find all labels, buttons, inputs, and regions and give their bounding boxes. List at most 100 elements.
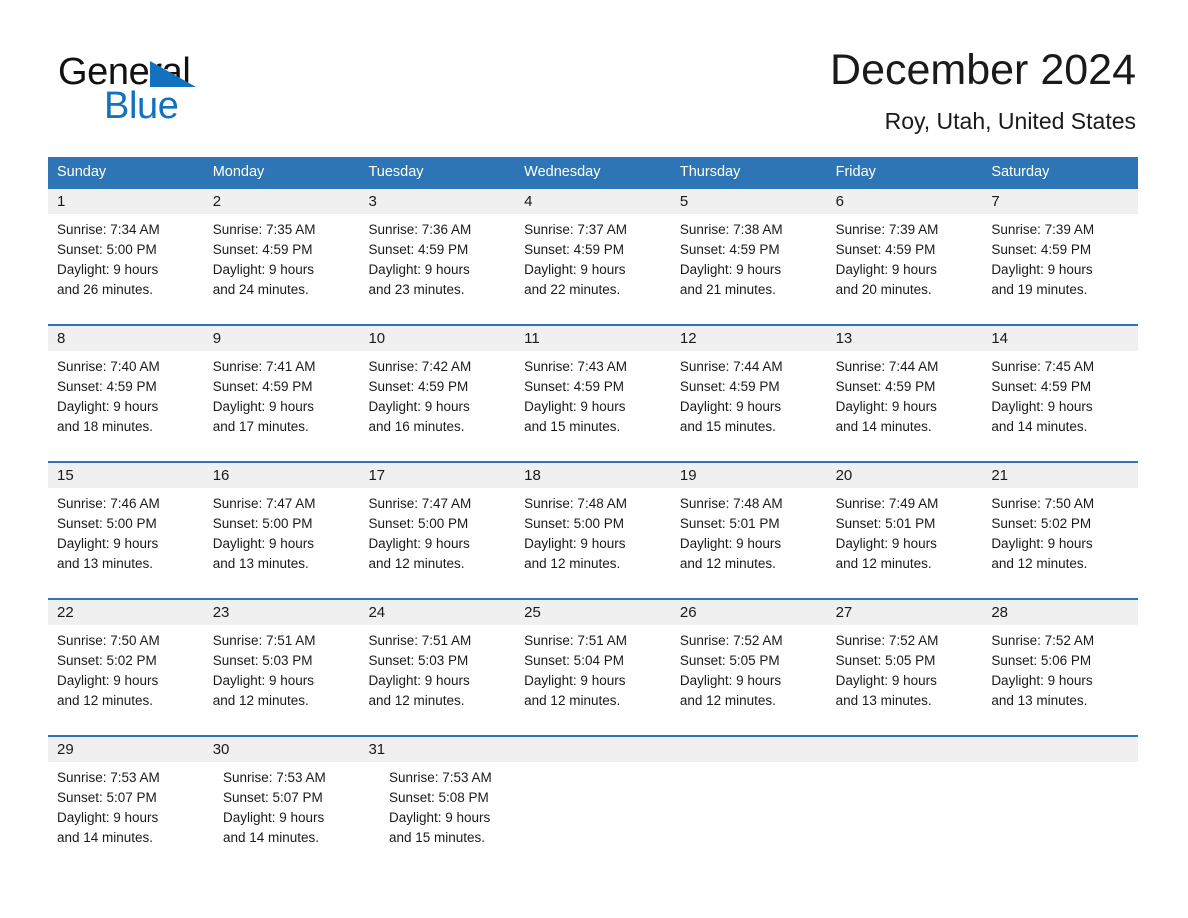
day-number[interactable]: 11 [515, 326, 671, 351]
daylight-text-line2: and 15 minutes. [679, 419, 776, 434]
sunset-text: Sunset: 5:04 PM [524, 653, 624, 668]
day-cell[interactable]: Sunrise: 7:53 AM Sunset: 5:07 PM Dayligh… [48, 762, 214, 872]
sunrise-text: Sunrise: 7:50 AM [991, 496, 1095, 511]
daylight-text-line2: and 12 minutes. [368, 693, 465, 708]
day-cell[interactable]: Sunrise: 7:47 AM Sunset: 5:00 PM Dayligh… [204, 488, 360, 598]
daylight-text-line2: and 12 minutes. [679, 693, 776, 708]
sunrise-text: Sunrise: 7:43 AM [524, 359, 627, 374]
day-number[interactable]: 2 [204, 189, 360, 214]
day-number[interactable]: 15 [48, 463, 204, 488]
day-number[interactable]: 7 [982, 189, 1138, 214]
day-detail-row: Sunrise: 7:40 AM Sunset: 4:59 PM Dayligh… [48, 351, 1138, 461]
day-number[interactable]: 29 [48, 737, 204, 762]
sunset-text: Sunset: 5:05 PM [835, 653, 936, 668]
day-cell[interactable]: Sunrise: 7:34 AM Sunset: 5:00 PM Dayligh… [48, 214, 204, 324]
location-subtitle: Roy, Utah, United States [884, 108, 1136, 134]
day-cell[interactable]: Sunrise: 7:50 AM Sunset: 5:02 PM Dayligh… [982, 488, 1138, 598]
day-number[interactable]: 13 [827, 326, 983, 351]
day-number[interactable]: 30 [204, 737, 360, 762]
day-number[interactable]: 10 [359, 326, 515, 351]
day-cell[interactable]: Sunrise: 7:48 AM Sunset: 5:01 PM Dayligh… [671, 488, 827, 598]
weekday-header-monday: Monday [212, 164, 265, 180]
daylight-text-line2: and 20 minutes. [835, 282, 932, 297]
day-number[interactable]: 12 [671, 326, 827, 351]
sunset-text: Sunset: 5:06 PM [991, 653, 1092, 668]
day-number[interactable]: 25 [515, 600, 671, 625]
day-cell[interactable]: Sunrise: 7:52 AM Sunset: 5:05 PM Dayligh… [827, 625, 983, 735]
day-cell[interactable]: Sunrise: 7:42 AM Sunset: 4:59 PM Dayligh… [359, 351, 515, 461]
day-cell[interactable]: Sunrise: 7:53 AM Sunset: 5:07 PM Dayligh… [214, 762, 380, 872]
daylight-text-line2: and 12 minutes. [368, 556, 465, 571]
daylight-text-line1: Daylight: 9 hours [212, 262, 315, 277]
daylight-text-line1: Daylight: 9 hours [835, 262, 937, 277]
day-cell[interactable]: Sunrise: 7:46 AM Sunset: 5:00 PM Dayligh… [48, 488, 204, 598]
day-number[interactable]: 16 [204, 463, 360, 488]
day-cell[interactable]: Sunrise: 7:44 AM Sunset: 4:59 PM Dayligh… [827, 351, 983, 461]
day-number[interactable]: 14 [982, 326, 1138, 351]
day-number[interactable]: 27 [827, 600, 983, 625]
day-cell[interactable]: Sunrise: 7:39 AM Sunset: 4:59 PM Dayligh… [982, 214, 1138, 324]
day-number[interactable]: 26 [671, 600, 827, 625]
day-number[interactable]: 22 [48, 600, 204, 625]
daylight-text-line2: and 22 minutes. [524, 282, 621, 297]
sunrise-text: Sunrise: 7:34 AM [57, 222, 160, 237]
day-number[interactable]: 18 [515, 463, 671, 488]
day-number[interactable]: 5 [671, 189, 827, 214]
daylight-text-line2: and 12 minutes. [835, 556, 932, 571]
day-number[interactable]: 23 [204, 600, 360, 625]
daylight-text-line1: Daylight: 9 hours [679, 536, 782, 551]
day-cell[interactable]: Sunrise: 7:52 AM Sunset: 5:05 PM Dayligh… [671, 625, 827, 735]
day-cell[interactable]: Sunrise: 7:44 AM Sunset: 4:59 PM Dayligh… [671, 351, 827, 461]
sunrise-text: Sunrise: 7:53 AM [389, 770, 492, 785]
day-cell[interactable]: Sunrise: 7:36 AM Sunset: 4:59 PM Dayligh… [359, 214, 515, 324]
day-number[interactable]: 31 [359, 737, 515, 762]
day-cell[interactable]: Sunrise: 7:51 AM Sunset: 5:03 PM Dayligh… [204, 625, 360, 735]
day-cell[interactable]: Sunrise: 7:53 AM Sunset: 5:08 PM Dayligh… [380, 762, 546, 872]
daylight-text-line2: and 15 minutes. [389, 830, 486, 845]
daylight-text-line1: Daylight: 9 hours [991, 673, 1093, 688]
day-number[interactable]: 6 [827, 189, 983, 214]
day-cell[interactable]: Sunrise: 7:37 AM Sunset: 4:59 PM Dayligh… [515, 214, 671, 324]
day-cell[interactable]: Sunrise: 7:48 AM Sunset: 5:00 PM Dayligh… [515, 488, 671, 598]
day-number[interactable]: 3 [359, 189, 515, 214]
day-cell[interactable]: Sunrise: 7:49 AM Sunset: 5:01 PM Dayligh… [827, 488, 983, 598]
day-number[interactable]: 20 [827, 463, 983, 488]
day-number[interactable]: 24 [359, 600, 515, 625]
day-number-band: 1 2 3 4 5 6 7 [48, 189, 1138, 214]
sunset-text: Sunset: 4:59 PM [835, 242, 936, 257]
daylight-text-line1: Daylight: 9 hours [212, 673, 315, 688]
day-cell[interactable]: Sunrise: 7:35 AM Sunset: 4:59 PM Dayligh… [204, 214, 360, 324]
sunset-text: Sunset: 5:02 PM [991, 516, 1092, 531]
day-cell[interactable]: Sunrise: 7:41 AM Sunset: 4:59 PM Dayligh… [204, 351, 360, 461]
day-number[interactable]: 4 [515, 189, 671, 214]
sunset-text: Sunset: 5:08 PM [389, 790, 489, 805]
day-cell[interactable]: Sunrise: 7:38 AM Sunset: 4:59 PM Dayligh… [671, 214, 827, 324]
sunset-text: Sunset: 4:59 PM [679, 379, 780, 394]
day-number[interactable]: 21 [982, 463, 1138, 488]
sunrise-text: Sunrise: 7:47 AM [212, 496, 316, 511]
day-cell[interactable]: Sunrise: 7:45 AM Sunset: 4:59 PM Dayligh… [982, 351, 1138, 461]
sunset-text: Sunset: 4:59 PM [368, 379, 469, 394]
day-number[interactable]: 17 [359, 463, 515, 488]
day-number[interactable]: 19 [671, 463, 827, 488]
sunrise-text: Sunrise: 7:47 AM [368, 496, 472, 511]
day-cell[interactable]: Sunrise: 7:43 AM Sunset: 4:59 PM Dayligh… [515, 351, 671, 461]
day-cell[interactable]: Sunrise: 7:51 AM Sunset: 5:04 PM Dayligh… [515, 625, 671, 735]
day-cell[interactable]: Sunrise: 7:40 AM Sunset: 4:59 PM Dayligh… [48, 351, 204, 461]
day-cell[interactable]: Sunrise: 7:50 AM Sunset: 5:02 PM Dayligh… [48, 625, 204, 735]
day-number[interactable]: 28 [982, 600, 1138, 625]
day-cell[interactable]: Sunrise: 7:39 AM Sunset: 4:59 PM Dayligh… [827, 214, 983, 324]
daylight-text-line2: and 13 minutes. [57, 556, 154, 571]
day-cell[interactable]: Sunrise: 7:51 AM Sunset: 5:03 PM Dayligh… [359, 625, 515, 735]
daylight-text-line1: Daylight: 9 hours [223, 810, 325, 825]
day-number[interactable]: 1 [48, 189, 204, 214]
sunset-text: Sunset: 5:02 PM [57, 653, 157, 668]
sunrise-text: Sunrise: 7:44 AM [679, 359, 783, 374]
day-cell[interactable]: Sunrise: 7:52 AM Sunset: 5:06 PM Dayligh… [982, 625, 1138, 735]
day-cell[interactable]: Sunrise: 7:47 AM Sunset: 5:00 PM Dayligh… [359, 488, 515, 598]
daylight-text-line1: Daylight: 9 hours [57, 399, 159, 414]
day-number[interactable]: 8 [48, 326, 204, 351]
sunrise-text: Sunrise: 7:45 AM [991, 359, 1095, 374]
general-blue-logo[interactable]: General Blue [58, 52, 318, 126]
day-number[interactable]: 9 [204, 326, 360, 351]
